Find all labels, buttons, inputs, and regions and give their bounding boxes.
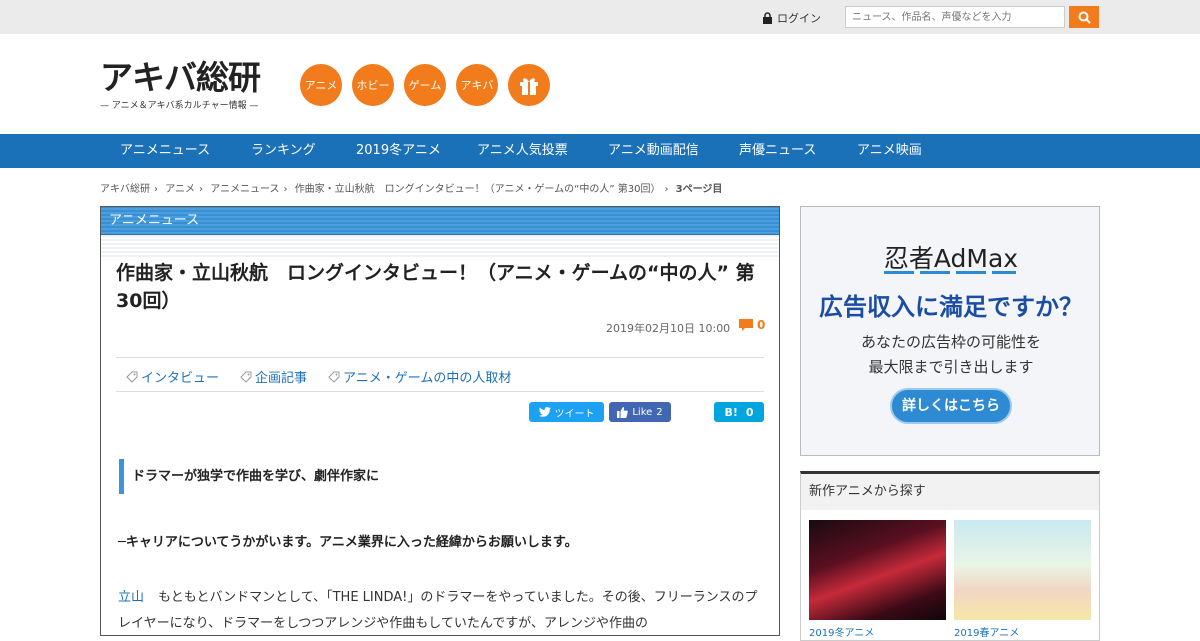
top-bar: ログイン: [0, 0, 1200, 34]
article-subheading: ドラマーが独学で作曲を学び、劇伴作家に: [119, 459, 379, 494]
category-anime-button[interactable]: アニメ: [300, 64, 342, 106]
thumbnail-caption[interactable]: 2019春アニメ: [954, 624, 1019, 639]
breadcrumb-item[interactable]: アニメニュース: [210, 184, 279, 195]
tag-icon: [328, 371, 340, 383]
breadcrumb: アキバ総研 › アニメ › アニメニュース › 作曲家・立山秋航 ロングインタビュー！…: [100, 180, 726, 195]
global-nav: アニメニュース ランキング 2019冬アニメ アニメ人気投票 アニメ動画配信 声…: [0, 134, 1200, 168]
nav-item-anime-news[interactable]: アニメニュース: [120, 134, 210, 168]
interview-answer: 立山 もともとバンドマンとして、「THE LINDA!」のドラマーをやっていました…: [118, 585, 763, 635]
breadcrumb-item[interactable]: 作曲家・立山秋航 ロングインタビュー！（アニメ・ゲームの“中の人” 第30回）: [295, 184, 661, 195]
anime-thumbnail[interactable]: [809, 520, 946, 620]
search-input[interactable]: [845, 6, 1065, 28]
tag-interview[interactable]: インタビュー: [126, 367, 219, 386]
nav-item-2019-winter[interactable]: 2019冬アニメ: [356, 134, 441, 168]
breadcrumb-separator: ›: [664, 184, 669, 195]
category-label: アニメ: [304, 79, 338, 92]
lock-icon: [763, 12, 772, 24]
comment-count-value: 0: [757, 318, 766, 332]
tag-label: アニメ・ゲームの中の人取材: [343, 371, 512, 386]
nav-item-anime-movie[interactable]: アニメ映画: [857, 134, 922, 168]
category-label: ホビー: [356, 79, 390, 92]
nav-item-popularity-vote[interactable]: アニメ人気投票: [477, 134, 568, 168]
hatena-bookmark-button[interactable]: B! 0: [714, 402, 764, 422]
interview-question: ─キャリアについてうかがいます。アニメ業界に入った経緯からお願いします。: [118, 535, 578, 550]
logo-title: アキバ総研: [100, 58, 261, 97]
facebook-like-button[interactable]: Like 2: [609, 402, 671, 422]
category-hobby-button[interactable]: ホビー: [352, 64, 394, 106]
hatena-label: B!: [724, 405, 738, 419]
category-label: ゲーム: [408, 79, 442, 92]
tag-label: インタビュー: [141, 371, 220, 386]
category-game-button[interactable]: ゲーム: [404, 64, 446, 106]
site-logo[interactable]: アキバ総研 — アニメ＆アキバ系カルチャー情報 —: [100, 58, 261, 112]
login-label: ログイン: [777, 12, 821, 25]
breadcrumb-current: 3ページ目: [675, 184, 723, 195]
tweet-button[interactable]: ツイート: [529, 402, 604, 422]
login-link[interactable]: ログイン: [762, 10, 821, 26]
search-button[interactable]: [1069, 6, 1099, 28]
tag-list: インタビュー 企画記事 アニメ・ゲームの中の人取材: [116, 357, 764, 392]
breadcrumb-separator: ›: [283, 184, 288, 195]
speaker-name[interactable]: 立山: [118, 590, 144, 605]
breadcrumb-separator: ›: [199, 184, 203, 195]
anime-thumbnail[interactable]: [954, 520, 1091, 620]
article-title: 作曲家・立山秋航 ロングインタビュー！（アニメ・ゲームの“中の人” 第30回）: [116, 262, 755, 312]
search-icon: [1078, 11, 1091, 24]
breadcrumb-item[interactable]: アニメ: [165, 184, 195, 195]
sidebar-ad[interactable]: 忍者AdMax 広告収入に満足ですか？ あなたの広告枠の可能性を 最大限まで引き…: [800, 206, 1100, 456]
nav-item-streaming[interactable]: アニメ動画配信: [608, 134, 699, 168]
tag-feature[interactable]: 企画記事: [240, 367, 307, 386]
nav-item-seiyu-news[interactable]: 声優ニュース: [739, 134, 816, 168]
answer-text: もともとバンドマンとして、「THE LINDA!」のドラマーをやっていました。そ…: [118, 590, 758, 631]
new-anime-box: 新作アニメから探す 2019冬アニメ 2019春アニメ: [800, 471, 1100, 641]
tag-icon: [240, 371, 252, 383]
logo-tagline: — アニメ＆アキバ系カルチャー情報 —: [100, 101, 259, 111]
breadcrumb-separator: ›: [154, 184, 158, 195]
category-akiba-button[interactable]: アキバ: [456, 64, 498, 106]
breadcrumb-item[interactable]: アキバ総研: [100, 184, 150, 195]
like-count: 2: [656, 406, 663, 418]
nav-item-ranking[interactable]: ランキング: [251, 134, 316, 168]
present-button[interactable]: [508, 64, 550, 106]
ad-brand-underline: [884, 271, 1016, 274]
section-label: アニメニュース: [101, 207, 779, 235]
article-date: 2019年02月10日 10:00: [606, 322, 731, 335]
new-anime-title: 新作アニメから探す: [801, 474, 1099, 510]
ad-details-button[interactable]: 詳しくはこちら: [890, 388, 1012, 424]
thumbs-up-icon: [617, 406, 629, 418]
tag-inside-people[interactable]: アニメ・ゲームの中の人取材: [328, 367, 511, 386]
header-stripe: [101, 235, 779, 259]
thumbnail-caption[interactable]: 2019冬アニメ: [809, 624, 874, 639]
ad-line-2: 最大限まで引き出します: [868, 358, 1034, 376]
like-label: Like: [632, 406, 653, 418]
tweet-label: ツイート: [554, 408, 595, 420]
ad-line-1: あなたの広告枠の可能性を: [860, 333, 1041, 351]
comment-icon: [739, 318, 753, 331]
tag-label: 企画記事: [255, 371, 308, 386]
comment-count[interactable]: 0: [739, 318, 765, 332]
article-box: アニメニュース 作曲家・立山秋航 ロングインタビュー！（アニメ・ゲームの“中の人…: [100, 206, 780, 636]
tag-icon: [126, 371, 138, 383]
gift-icon: [520, 78, 538, 95]
ad-brand: 忍者AdMax: [883, 244, 1019, 273]
category-label: アキバ: [460, 79, 494, 92]
twitter-icon: [538, 407, 551, 417]
ad-headline: 広告収入に満足ですか？: [819, 293, 1083, 321]
hatena-count: 0: [745, 405, 754, 419]
